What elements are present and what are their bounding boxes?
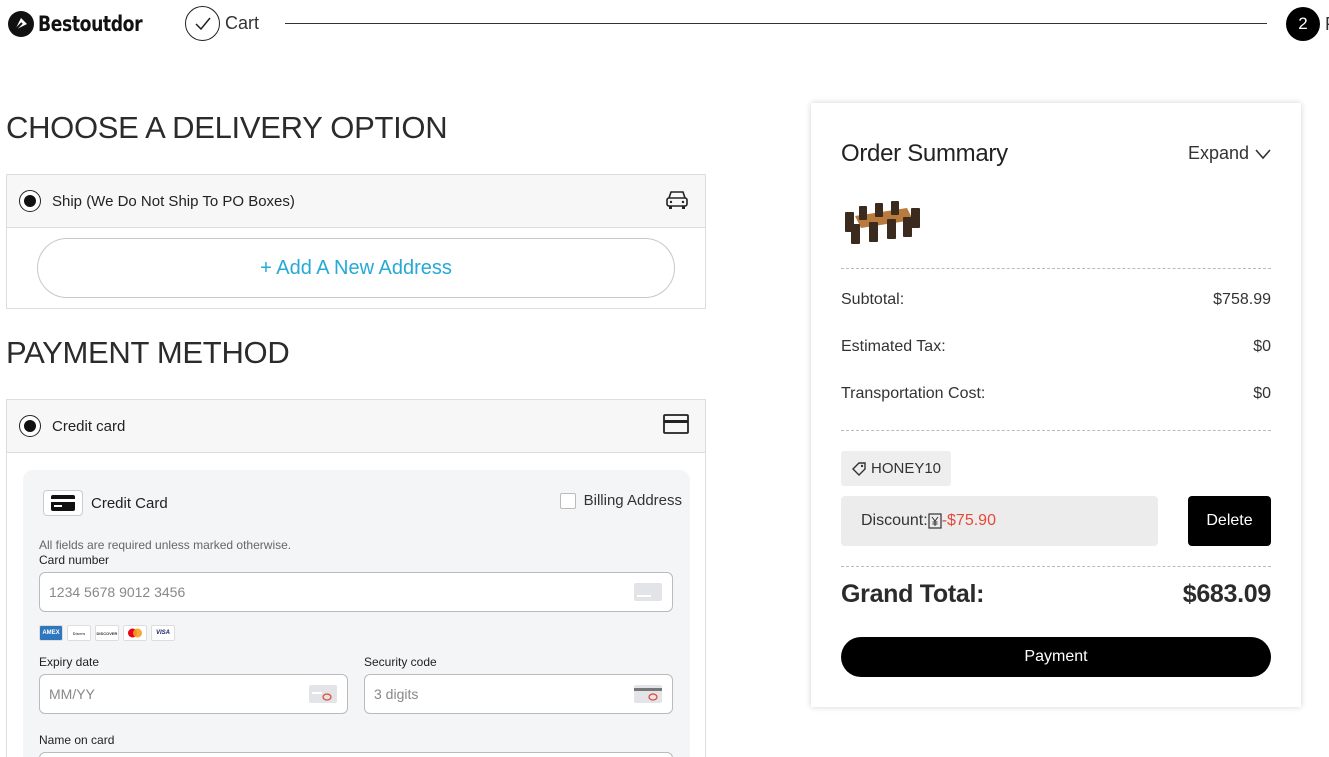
tag-icon (852, 461, 866, 476)
billing-address-checkbox[interactable] (559, 492, 576, 509)
required-fields-note: All fields are required unless marked ot… (39, 538, 292, 552)
logo-mark-icon (8, 11, 34, 37)
summary-divider (841, 566, 1271, 567)
add-address-button[interactable]: + Add A New Address (37, 238, 675, 298)
billing-address-label: Billing Address (583, 492, 682, 509)
payment-button[interactable]: Payment (841, 637, 1271, 677)
transport-label: Transportation Cost: (841, 385, 986, 402)
expand-label: Expand (1187, 143, 1249, 163)
card-placeholder-icon (634, 583, 662, 604)
ship-option[interactable]: Ship (We Do Not Ship To PO Boxes) (7, 175, 705, 228)
tax-row: Estimated Tax: $0 (841, 338, 1271, 356)
car-icon (665, 189, 689, 216)
ship-option-label: Ship (We Do Not Ship To PO Boxes) (52, 192, 295, 210)
summary-divider (841, 430, 1271, 431)
security-code-input[interactable]: 3 digits (364, 674, 673, 714)
tax-label: Estimated Tax: (841, 338, 946, 355)
delete-coupon-button[interactable]: Delete (1188, 496, 1271, 546)
credit-card-option-label: Credit card (52, 417, 126, 435)
visa-icon: VISA (151, 625, 175, 641)
brand-logo[interactable]: Bestoutdor (8, 11, 165, 37)
chevron-down-icon (1255, 148, 1271, 159)
tax-value: $0 (1253, 338, 1271, 355)
transport-value: $0 (1253, 385, 1271, 402)
payment-title: PAYMENT METHOD (6, 335, 290, 370)
credit-card-option[interactable]: Credit card (7, 400, 705, 453)
step-cart-label: Cart (225, 13, 260, 33)
credit-card-icon (43, 490, 83, 516)
expiry-placeholder: MM/YY (49, 686, 95, 702)
grand-total-label: Grand Total: (841, 580, 985, 608)
expiry-label: Expiry date (39, 655, 100, 669)
security-code-placeholder: 3 digits (374, 686, 419, 702)
step-payment-label: P (1325, 14, 1329, 35)
transport-row: Transportation Cost: $0 (841, 385, 1271, 403)
delivery-option-box: Ship (We Do Not Ship To PO Boxes) + Add … (6, 174, 706, 309)
brand-name: Bestoutdor (38, 12, 143, 36)
discount-label: Discount: (861, 512, 928, 529)
expiry-input[interactable]: MM/YY (39, 674, 348, 714)
checkout-header: Bestoutdor Cart 2 P (0, 0, 1329, 50)
subtotal-label: Subtotal: (841, 291, 905, 308)
step-number-badge: 2 (1286, 7, 1320, 41)
product-thumbnail[interactable] (841, 198, 923, 251)
card-form-panel: Credit Card Billing Address All fields a… (23, 470, 690, 757)
card-number-placeholder: 1234 5678 9012 3456 (49, 584, 186, 600)
subtotal-value: $758.99 (1213, 291, 1271, 308)
name-on-card-input[interactable] (39, 752, 673, 757)
discount-row: Discount: -$75.90 (841, 496, 1158, 546)
card-form-title: Credit Card (91, 494, 168, 512)
amex-icon: AMEX (39, 625, 63, 641)
security-code-label: Security code (364, 655, 437, 669)
diners-icon: Diners (67, 625, 91, 641)
name-on-card-label: Name on card (39, 733, 115, 747)
card-number-label: Card number (39, 553, 110, 567)
mastercard-icon (123, 625, 147, 641)
payment-option-box: Credit card Credit Card Billing Address … (6, 399, 706, 757)
card-number-input[interactable]: 1234 5678 9012 3456 (39, 572, 673, 612)
summary-divider (841, 268, 1271, 269)
coupon-tag: HONEY10 (841, 451, 952, 486)
card-icon (663, 414, 689, 439)
coupon-code: HONEY10 (871, 460, 942, 477)
delivery-title: CHOOSE A DELIVERY OPTION (6, 110, 448, 145)
card-expiry-icon (309, 685, 337, 706)
grand-total-row: Grand Total: $683.09 (841, 580, 1271, 609)
cvc-icon (634, 685, 662, 706)
expand-button[interactable]: Expand (1188, 143, 1271, 164)
discount-value: -$75.90 (941, 512, 996, 529)
order-summary-title: Order Summary (841, 140, 1008, 167)
subtotal-row: Subtotal: $758.99 (841, 291, 1271, 309)
billing-address-toggle[interactable]: Billing Address (559, 492, 682, 509)
card-form-header: Credit Card (43, 490, 168, 516)
discover-icon: DISCOVER (95, 625, 119, 641)
checkmark-icon (185, 6, 220, 41)
yen-currency-icon (928, 513, 942, 529)
grand-total-value: $683.09 (1182, 580, 1272, 608)
step-progress-line (285, 23, 1267, 24)
credit-card-radio[interactable] (19, 415, 41, 437)
order-summary-panel: Order Summary Expand Subtotal: $758.99 E… (811, 103, 1301, 707)
ship-radio[interactable] (19, 190, 41, 212)
step-cart[interactable]: Cart (185, 6, 259, 41)
card-brand-list: AMEX Diners DISCOVER VISA (39, 625, 175, 641)
